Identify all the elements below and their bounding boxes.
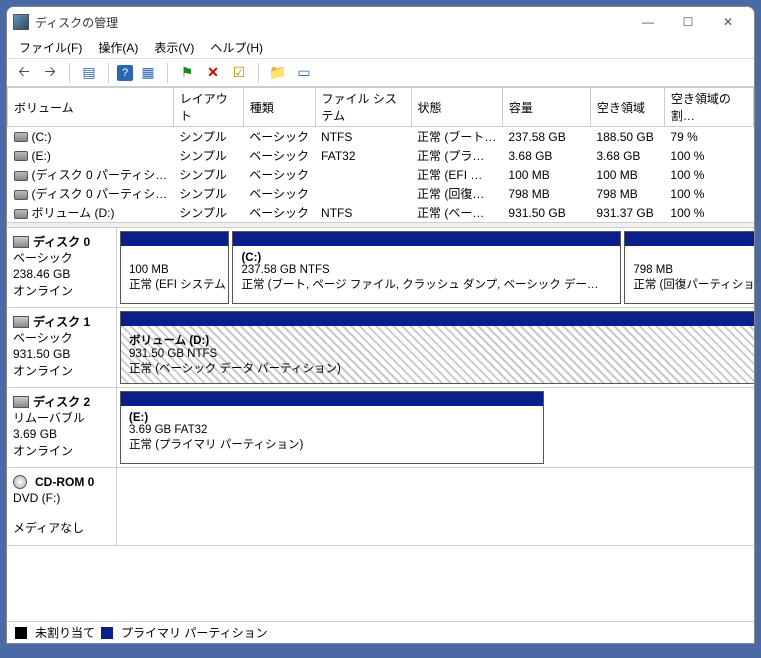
partition[interactable]: (E:)3.69 GB FAT32正常 (プライマリ パーティション) bbox=[120, 391, 544, 464]
menu-action[interactable]: 操作(A) bbox=[90, 37, 146, 58]
table-row[interactable]: (ディスク 0 パーティシ…シンプルベーシック正常 (回復…798 MB798 … bbox=[8, 184, 754, 203]
cd-icon bbox=[13, 475, 27, 489]
col-free-pct[interactable]: 空き領域の割… bbox=[664, 88, 753, 127]
disk-partitions: ボリューム (D:)931.50 GB NTFS正常 (ベーシック データ パー… bbox=[117, 308, 754, 387]
partition[interactable]: (C:)237.58 GB NTFS正常 (ブート, ページ ファイル, クラッ… bbox=[232, 231, 621, 304]
disk-row: ディスク 2リムーバブル3.69 GBオンライン(E:)3.69 GB FAT3… bbox=[7, 388, 754, 468]
titlebar[interactable]: ディスクの管理 — ☐ ✕ bbox=[7, 7, 754, 37]
disk-partitions: 100 MB正常 (EFI システム /(C:)237.58 GB NTFS正常… bbox=[117, 228, 754, 307]
content: ボリューム レイアウト 種類 ファイル システム 状態 容量 空き領域 空き領域… bbox=[7, 87, 754, 643]
legend-primary: プライマリ パーティション bbox=[121, 624, 268, 641]
col-layout[interactable]: レイアウト bbox=[173, 88, 243, 127]
legend-swatch-unallocated bbox=[15, 627, 27, 639]
app-icon bbox=[13, 14, 29, 30]
partition[interactable]: 798 MB正常 (回復パーティション) bbox=[624, 231, 754, 304]
props-icon[interactable]: ▭ bbox=[293, 62, 315, 84]
drive-icon bbox=[14, 151, 28, 161]
partition-header-bar bbox=[121, 312, 754, 326]
legend: 未割り当て プライマリ パーティション bbox=[7, 621, 754, 643]
disk-info[interactable]: ディスク 1ベーシック931.50 GBオンライン bbox=[7, 308, 117, 387]
disk-row: ディスク 1ベーシック931.50 GBオンラインボリューム (D:)931.5… bbox=[7, 308, 754, 388]
window: ディスクの管理 — ☐ ✕ ファイル(F) 操作(A) 表示(V) ヘルプ(H)… bbox=[6, 6, 755, 644]
col-volume[interactable]: ボリューム bbox=[8, 88, 174, 127]
partition-header-bar bbox=[121, 392, 543, 406]
menu-help[interactable]: ヘルプ(H) bbox=[202, 37, 271, 58]
partition-header-bar bbox=[233, 232, 620, 246]
table-row[interactable]: (E:)シンプルベーシックFAT32正常 (プラ…3.68 GB3.68 GB1… bbox=[8, 146, 754, 165]
drive-icon bbox=[14, 171, 28, 181]
delete-icon[interactable]: ✕ bbox=[202, 62, 224, 84]
check-icon[interactable]: ☑ bbox=[228, 62, 250, 84]
table-row[interactable]: (ディスク 0 パーティシ…シンプルベーシック正常 (EFI …100 MB10… bbox=[8, 165, 754, 184]
window-title: ディスクの管理 bbox=[35, 14, 628, 31]
back-icon[interactable]: 🡠 bbox=[13, 62, 35, 84]
disk-info[interactable]: ディスク 2リムーバブル3.69 GBオンライン bbox=[7, 388, 117, 467]
menu-file[interactable]: ファイル(F) bbox=[11, 37, 90, 58]
legend-swatch-primary bbox=[101, 627, 113, 639]
drive-icon bbox=[14, 190, 28, 200]
help-icon[interactable]: ? bbox=[117, 65, 133, 81]
maximize-button[interactable]: ☐ bbox=[668, 8, 708, 36]
col-capacity[interactable]: 容量 bbox=[502, 88, 590, 127]
disk-icon bbox=[13, 236, 29, 248]
minimize-button[interactable]: — bbox=[628, 8, 668, 36]
disk-icon bbox=[13, 396, 29, 408]
disk-partitions: (E:)3.69 GB FAT32正常 (プライマリ パーティション) bbox=[117, 388, 547, 467]
disk-map: ディスク 0ベーシック238.46 GBオンライン 100 MB正常 (EFI … bbox=[7, 228, 754, 621]
volume-list[interactable]: ボリューム レイアウト 種類 ファイル システム 状態 容量 空き領域 空き領域… bbox=[7, 87, 754, 222]
drive-icon bbox=[14, 132, 28, 142]
close-button[interactable]: ✕ bbox=[708, 8, 748, 36]
refresh-icon[interactable]: ⚑ bbox=[176, 62, 198, 84]
toolbar: 🡠 🡢 ▤ ? ▦ ⚑ ✕ ☑ 📁 ▭ bbox=[7, 59, 754, 87]
disk-info[interactable]: CD-ROM 0DVD (F:)メディアなし bbox=[7, 468, 117, 545]
forward-icon[interactable]: 🡢 bbox=[39, 62, 61, 84]
grid-icon[interactable]: ▦ bbox=[137, 62, 159, 84]
col-fs[interactable]: ファイル システム bbox=[315, 88, 411, 127]
menubar: ファイル(F) 操作(A) 表示(V) ヘルプ(H) bbox=[7, 37, 754, 59]
drive-icon bbox=[14, 209, 28, 219]
col-state[interactable]: 状態 bbox=[411, 88, 502, 127]
partition[interactable]: ボリューム (D:)931.50 GB NTFS正常 (ベーシック データ パー… bbox=[120, 311, 754, 384]
new-icon[interactable]: 📁 bbox=[267, 62, 289, 84]
disk-partitions bbox=[117, 468, 754, 545]
disk-row: CD-ROM 0DVD (F:)メディアなし bbox=[7, 468, 754, 546]
col-free[interactable]: 空き領域 bbox=[590, 88, 664, 127]
show-hide-icon[interactable]: ▤ bbox=[78, 62, 100, 84]
table-row[interactable]: (C:)シンプルベーシックNTFS正常 (ブート…237.58 GB188.50… bbox=[8, 127, 754, 147]
disk-icon bbox=[13, 316, 29, 328]
partition-header-bar bbox=[121, 232, 228, 246]
legend-unallocated: 未割り当て bbox=[35, 624, 95, 641]
col-type[interactable]: 種類 bbox=[243, 88, 315, 127]
menu-view[interactable]: 表示(V) bbox=[146, 37, 202, 58]
table-row[interactable]: ボリューム (D:)シンプルベーシックNTFS正常 (ベー…931.50 GB9… bbox=[8, 203, 754, 222]
partition[interactable]: 100 MB正常 (EFI システム / bbox=[120, 231, 229, 304]
partition-header-bar bbox=[625, 232, 754, 246]
disk-row: ディスク 0ベーシック238.46 GBオンライン 100 MB正常 (EFI … bbox=[7, 228, 754, 308]
disk-info[interactable]: ディスク 0ベーシック238.46 GBオンライン bbox=[7, 228, 117, 307]
